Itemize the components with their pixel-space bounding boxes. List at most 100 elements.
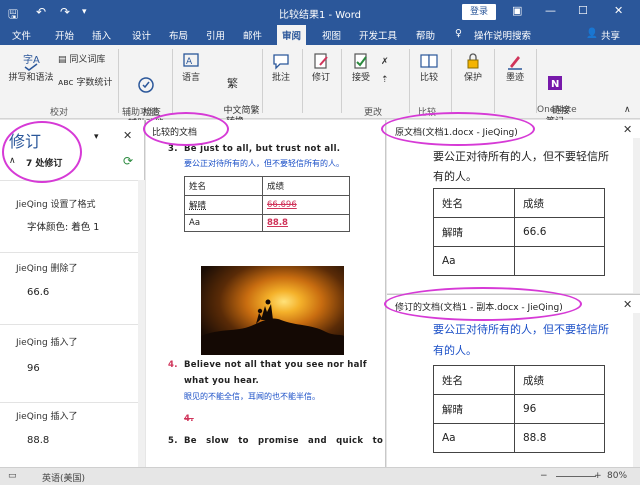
revision-author: JieQing 插入了: [16, 338, 78, 348]
comments-label: 批注: [271, 73, 290, 83]
collapse-icon[interactable]: ∧: [9, 156, 16, 166]
revision-author: JieQing 删除了: [16, 264, 78, 274]
revised-text: 有的人。: [433, 344, 477, 357]
group-separator: [494, 49, 495, 113]
collapse-ribbon-icon[interactable]: ∧: [624, 105, 631, 116]
track-changes-icon: [314, 53, 328, 69]
table-cell[interactable]: [514, 246, 605, 276]
share-icon[interactable]: 👤: [586, 28, 598, 39]
login-button[interactable]: 登录: [462, 4, 496, 20]
close-pane-icon[interactable]: ✕: [123, 129, 132, 142]
thesaurus-icon: ▤: [58, 55, 70, 65]
revision-detail: 88.8: [27, 435, 50, 446]
close-pane-icon[interactable]: ✕: [623, 298, 632, 311]
table-cell[interactable]: 66.6: [514, 217, 605, 247]
table-cell[interactable]: 解晴: [433, 394, 515, 424]
spelling-button[interactable]: 字A 拼写和语法: [6, 51, 56, 84]
compared-document-header: 比较的文档: [152, 128, 198, 138]
previous-change-icon[interactable]: ⇡: [381, 75, 389, 86]
tab-insert[interactable]: 插入: [92, 28, 111, 42]
zoom-in-icon[interactable]: +: [594, 471, 602, 481]
accept-button[interactable]: 接受: [346, 51, 376, 84]
window-title: 比较结果1 - Word: [278, 10, 362, 21]
refresh-icon[interactable]: ⟳: [123, 154, 133, 168]
group-separator: [409, 49, 410, 113]
language-status[interactable]: 英语(美国): [42, 471, 85, 484]
group-separator: [536, 49, 537, 113]
table-cell[interactable]: 成绩: [514, 188, 605, 218]
protect-button[interactable]: 保护: [458, 51, 488, 84]
status-bar: ▭ 英语(美国) − + 80%: [0, 467, 640, 485]
language-button[interactable]: A 语言: [176, 51, 206, 84]
zoom-level[interactable]: 80%: [607, 471, 627, 481]
tab-design[interactable]: 设计: [132, 28, 151, 42]
tab-mailings[interactable]: 邮件: [243, 28, 262, 42]
word-count-label: 字数统计: [76, 78, 113, 88]
lightbulb-icon: ♀: [455, 28, 462, 39]
table-cell[interactable]: 88.8: [514, 423, 605, 453]
page-view-icon[interactable]: ▭: [8, 471, 17, 481]
close-pane-icon[interactable]: ✕: [623, 123, 632, 136]
group-separator: [451, 49, 452, 113]
inserted-chinese-sentence: 眼见的不能全信，耳闻的也不能半信。: [184, 392, 320, 401]
table-cell[interactable]: 解晴: [184, 195, 263, 215]
thesaurus-button[interactable]: ▤ 同义词库: [58, 55, 105, 66]
close-icon[interactable]: ✕: [614, 4, 623, 17]
spelling-icon: 字A: [23, 53, 40, 71]
table-cell[interactable]: 66.696: [262, 195, 350, 215]
tab-layout[interactable]: 布局: [169, 28, 188, 42]
table-cell[interactable]: 姓名: [433, 188, 515, 218]
ribbon-display-icon[interactable]: ▣: [512, 4, 522, 17]
tab-file[interactable]: 文件: [12, 28, 31, 42]
change-bar: [168, 360, 170, 400]
track-changes-label: 修订: [311, 73, 330, 83]
tab-review[interactable]: 审阅: [277, 25, 307, 45]
table-cell[interactable]: 96: [514, 394, 605, 424]
minimize-icon[interactable]: —: [545, 4, 556, 17]
group-separator: [262, 49, 263, 113]
table-cell[interactable]: 成绩: [514, 365, 605, 395]
reject-icon[interactable]: ✗: [381, 57, 389, 68]
sunset-climbers-image[interactable]: [201, 266, 344, 355]
table-cell[interactable]: Aa: [184, 214, 263, 232]
table-cell[interactable]: Aa: [433, 246, 515, 276]
compare-button[interactable]: 比较: [414, 51, 444, 84]
group-accessibility-label: 辅助功能: [122, 108, 159, 118]
tab-developer[interactable]: 开发工具: [359, 28, 397, 42]
zoom-slider[interactable]: [556, 476, 596, 477]
zoom-out-icon[interactable]: −: [540, 471, 548, 481]
revisions-scrollbar[interactable]: [138, 180, 145, 467]
revision-author: JieQing 设置了格式: [16, 200, 96, 210]
original-document-pane: 原文档(文档1.docx - JieQing) ✕ 要公正对待所有的人，但不要轻…: [387, 120, 640, 293]
inserted-cell-text: 88.8: [267, 218, 288, 228]
revision-item[interactable]: JieQing 设置了格式 字体颜色: 着色 1: [0, 180, 138, 252]
original-scrollbar[interactable]: [633, 138, 640, 293]
ink-label: 墨迹: [505, 73, 524, 83]
protect-label: 保护: [463, 73, 482, 83]
compared-table: 姓名 成绩 解晴 66.696 Aa 88.8: [184, 176, 350, 232]
table-cell[interactable]: 88.8: [262, 214, 350, 232]
tab-help[interactable]: 帮助: [416, 28, 435, 42]
share-button[interactable]: 共享: [601, 28, 620, 42]
table-cell[interactable]: 成绩: [262, 176, 350, 196]
word-count-button[interactable]: ᴀʙᴄ 字数统计: [58, 78, 112, 89]
revision-item[interactable]: JieQing 删除了 66.6: [0, 252, 138, 324]
revision-item[interactable]: JieQing 插入了 88.8: [0, 402, 138, 467]
tab-references[interactable]: 引用: [206, 28, 225, 42]
revised-scrollbar[interactable]: [633, 313, 640, 467]
table-cell[interactable]: 姓名: [184, 176, 263, 196]
tell-me-search[interactable]: 操作说明搜索: [474, 28, 531, 42]
cell-text: 解晴: [189, 201, 207, 211]
revision-item[interactable]: JieQing 插入了 96: [0, 324, 138, 402]
ink-button[interactable]: 墨迹: [500, 51, 530, 84]
tab-home[interactable]: 开始: [55, 28, 74, 42]
tab-view[interactable]: 视图: [322, 28, 341, 42]
accept-icon: [354, 53, 367, 69]
table-cell[interactable]: 解晴: [433, 217, 515, 247]
comments-button[interactable]: 批注: [266, 51, 296, 84]
table-cell[interactable]: 姓名: [433, 365, 515, 395]
maximize-icon[interactable]: ☐: [578, 4, 588, 17]
track-changes-button[interactable]: 修订: [306, 51, 336, 84]
table-cell[interactable]: Aa: [433, 423, 515, 453]
pane-options-icon[interactable]: ▾: [94, 132, 99, 142]
